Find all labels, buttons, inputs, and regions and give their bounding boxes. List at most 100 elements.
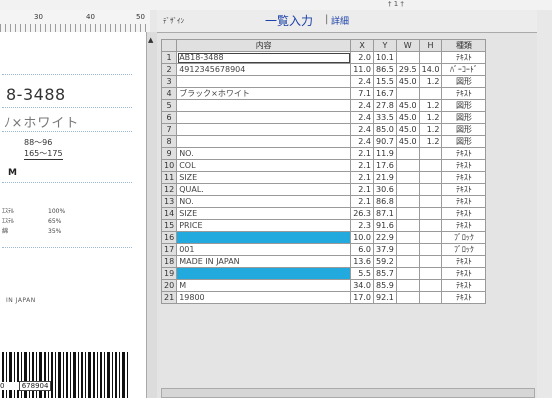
- cell-x[interactable]: 2.4: [350, 75, 374, 88]
- cell-x[interactable]: 2.0: [350, 51, 374, 64]
- cell-type[interactable]: ﾃｷｽﾄ: [441, 147, 487, 160]
- cell-x[interactable]: 5.5: [350, 267, 374, 280]
- cell-y[interactable]: 37.9: [373, 243, 397, 256]
- cell-x[interactable]: 13.6: [350, 255, 374, 268]
- table-row[interactable]: 4 ブラック×ホワイト 7.1 16.7 ﾃｷｽﾄ: [160, 87, 487, 100]
- preview-scrollbar[interactable]: ▲: [146, 32, 157, 398]
- cell-x[interactable]: 2.4: [350, 123, 374, 136]
- cell-x[interactable]: 2.4: [350, 111, 374, 124]
- table-row[interactable]: 19 5.5 85.7 ﾃｷｽﾄ: [160, 267, 487, 280]
- cell-type[interactable]: ﾃｷｽﾄ: [441, 87, 487, 100]
- cell-w[interactable]: 45.0: [395, 135, 420, 148]
- cell-x[interactable]: 2.4: [350, 135, 374, 148]
- table-row[interactable]: 12 QUAL. 2.1 30.6 ﾃｷｽﾄ: [160, 183, 487, 196]
- row-number[interactable]: 8: [160, 135, 178, 148]
- cell-y[interactable]: 17.6: [373, 159, 397, 172]
- row-number[interactable]: 15: [160, 219, 178, 232]
- cell-content[interactable]: MADE IN JAPAN: [176, 255, 352, 268]
- cell-type[interactable]: ﾃｷｽﾄ: [441, 255, 487, 268]
- cell-content[interactable]: [176, 111, 352, 124]
- cell-content[interactable]: [176, 99, 352, 112]
- cell-y[interactable]: 21.9: [373, 171, 397, 184]
- row-number[interactable]: 7: [160, 123, 178, 136]
- cell-h[interactable]: [418, 51, 443, 64]
- cell-w[interactable]: 45.0: [395, 123, 420, 136]
- cell-type[interactable]: ﾃｷｽﾄ: [441, 159, 487, 172]
- cell-h[interactable]: [418, 279, 443, 292]
- cell-w[interactable]: [395, 171, 420, 184]
- table-row[interactable]: 11 SIZE 2.1 21.9 ﾃｷｽﾄ: [160, 171, 487, 184]
- label-preview-canvas[interactable]: 8-3488 ﾉ×ホワイト 88～96 165～175 M ｴｽﾃﾙ 100% ｴ…: [0, 32, 146, 398]
- cell-content[interactable]: M: [176, 279, 352, 292]
- table-row[interactable]: 1 AB18-3488 2.0 10.1 ﾃｷｽﾄ: [160, 51, 487, 64]
- cell-content[interactable]: [176, 267, 352, 280]
- column-header-content[interactable]: 内容: [176, 39, 352, 52]
- row-number[interactable]: 4: [160, 87, 178, 100]
- cell-type[interactable]: ﾌﾞﾛｯｸ: [441, 231, 487, 244]
- cell-x[interactable]: 34.0: [350, 279, 374, 292]
- cell-h[interactable]: 1.2: [418, 75, 443, 88]
- cell-h[interactable]: [418, 207, 443, 220]
- cell-content[interactable]: [176, 123, 352, 136]
- cell-content[interactable]: NO.: [176, 147, 352, 160]
- cell-y[interactable]: 15.5: [373, 75, 397, 88]
- cell-type[interactable]: ﾊﾞｰｺｰﾄﾞ: [441, 63, 487, 76]
- table-row[interactable]: 13 NO. 2.1 86.8 ﾃｷｽﾄ: [160, 195, 487, 208]
- cell-h[interactable]: 14.0: [418, 63, 443, 76]
- cell-y[interactable]: 87.1: [373, 207, 397, 220]
- cell-w[interactable]: [395, 255, 420, 268]
- cell-y[interactable]: 90.7: [373, 135, 397, 148]
- cell-type[interactable]: ﾃｷｽﾄ: [441, 183, 487, 196]
- cell-y[interactable]: 11.9: [373, 147, 397, 160]
- cell-x[interactable]: 11.0: [350, 63, 374, 76]
- cell-y[interactable]: 91.6: [373, 219, 397, 232]
- cell-x[interactable]: 2.1: [350, 195, 374, 208]
- cell-x[interactable]: 7.1: [350, 87, 374, 100]
- column-header-type[interactable]: 種類: [441, 39, 487, 52]
- row-number[interactable]: 13: [160, 195, 178, 208]
- cell-x[interactable]: 2.1: [350, 147, 374, 160]
- cell-h[interactable]: [418, 159, 443, 172]
- cell-h[interactable]: [418, 243, 443, 256]
- cell-y[interactable]: 27.8: [373, 99, 397, 112]
- cell-content[interactable]: [176, 135, 352, 148]
- cell-type[interactable]: 図形: [441, 123, 487, 136]
- table-row[interactable]: 20 M 34.0 85.9 ﾃｷｽﾄ: [160, 279, 487, 292]
- cell-w[interactable]: [395, 231, 420, 244]
- cell-content[interactable]: [176, 231, 352, 244]
- cell-type[interactable]: ﾃｷｽﾄ: [441, 291, 487, 304]
- cell-w[interactable]: [395, 195, 420, 208]
- row-number[interactable]: 14: [160, 207, 178, 220]
- cell-w[interactable]: [395, 147, 420, 160]
- row-number[interactable]: 18: [160, 255, 178, 268]
- cell-content[interactable]: [176, 75, 352, 88]
- cell-content[interactable]: QUAL.: [176, 183, 352, 196]
- cell-x[interactable]: 6.0: [350, 243, 374, 256]
- cell-type[interactable]: ﾃｷｽﾄ: [441, 207, 487, 220]
- row-number[interactable]: 6: [160, 111, 178, 124]
- cell-content[interactable]: SIZE: [176, 171, 352, 184]
- cell-y[interactable]: 59.2: [373, 255, 397, 268]
- cell-h[interactable]: [418, 219, 443, 232]
- row-number[interactable]: 17: [160, 243, 178, 256]
- cell-w[interactable]: 45.0: [395, 99, 420, 112]
- row-number[interactable]: 21: [160, 291, 178, 304]
- cell-x[interactable]: 10.0: [350, 231, 374, 244]
- grid-horizontal-scrollbar[interactable]: [161, 388, 535, 398]
- table-row[interactable]: 16 10.0 22.9 ﾌﾞﾛｯｸ: [160, 231, 487, 244]
- tab-list-input[interactable]: 一覧入力: [265, 12, 313, 29]
- table-row[interactable]: 2 4912345678904 11.0 86.5 29.5 14.0 ﾊﾞｰｺｰﾄﾞ: [160, 63, 487, 76]
- cell-w[interactable]: [395, 159, 420, 172]
- cell-h[interactable]: [418, 267, 443, 280]
- cell-h[interactable]: [418, 195, 443, 208]
- cell-x[interactable]: 2.1: [350, 183, 374, 196]
- cell-type[interactable]: ﾃｷｽﾄ: [441, 267, 487, 280]
- cell-type[interactable]: ﾃｷｽﾄ: [441, 279, 487, 292]
- row-number[interactable]: 9: [160, 147, 178, 160]
- cell-w[interactable]: [395, 267, 420, 280]
- cell-y[interactable]: 22.9: [373, 231, 397, 244]
- row-number[interactable]: 5: [160, 99, 178, 112]
- cell-x[interactable]: 2.3: [350, 219, 374, 232]
- column-header-x[interactable]: X: [350, 39, 374, 52]
- table-row[interactable]: 5 2.4 27.8 45.0 1.2 図形: [160, 99, 487, 112]
